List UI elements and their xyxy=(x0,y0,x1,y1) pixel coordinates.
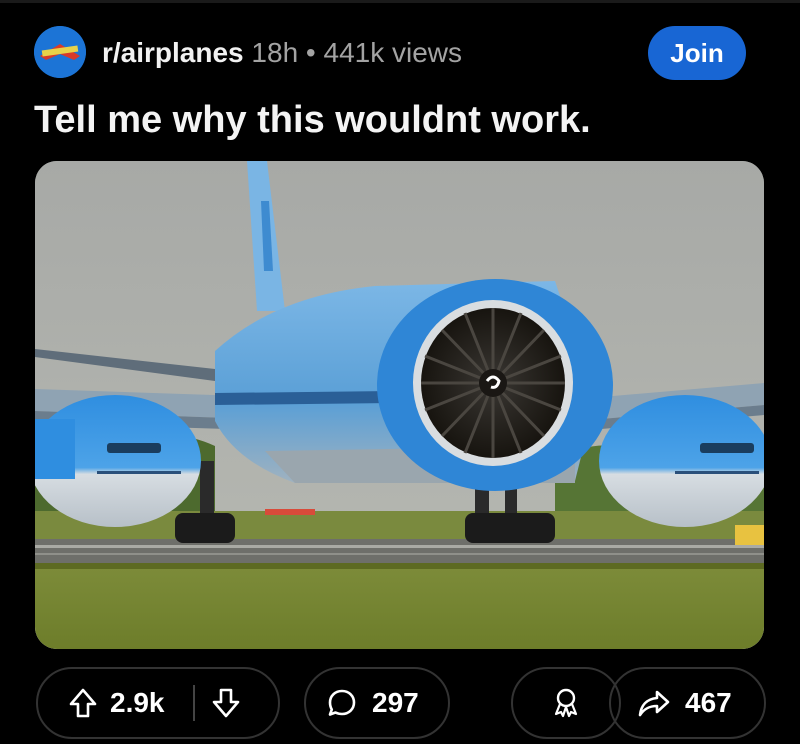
subreddit-logo-icon xyxy=(34,26,86,78)
join-button[interactable]: Join xyxy=(648,26,746,80)
post-header: r/airplanes 18h • 441k views Join xyxy=(34,26,750,80)
vote-pill: 2.9k xyxy=(36,667,280,739)
share-count: 467 xyxy=(685,687,732,718)
post-action-bar: 2.9k 297 467 xyxy=(36,667,766,739)
share-arrow-icon xyxy=(637,687,671,719)
comment-count: 297 xyxy=(372,687,419,718)
meta-separator: • xyxy=(305,37,316,68)
share-button[interactable]: 467 xyxy=(609,667,766,739)
upvote-count: 2.9k xyxy=(110,687,165,718)
post-title[interactable]: Tell me why this wouldnt work. xyxy=(34,96,591,144)
award-icon xyxy=(549,686,583,720)
post-age: 18h xyxy=(251,37,299,68)
view-count: 441k views xyxy=(323,37,463,68)
subreddit-name[interactable]: r/airplanes xyxy=(102,37,244,68)
vote-divider xyxy=(192,685,195,721)
arrow-up-icon[interactable] xyxy=(68,687,98,719)
speech-bubble-icon xyxy=(326,687,358,719)
award-button[interactable] xyxy=(511,667,621,739)
airplane-photo xyxy=(35,161,764,649)
subreddit-avatar[interactable] xyxy=(34,26,86,78)
post-meta: r/airplanes 18h • 441k views xyxy=(102,37,462,69)
comments-button[interactable]: 297 xyxy=(304,667,450,739)
top-divider xyxy=(0,0,800,3)
post-image[interactable] xyxy=(35,161,764,649)
arrow-down-icon[interactable] xyxy=(211,687,241,719)
